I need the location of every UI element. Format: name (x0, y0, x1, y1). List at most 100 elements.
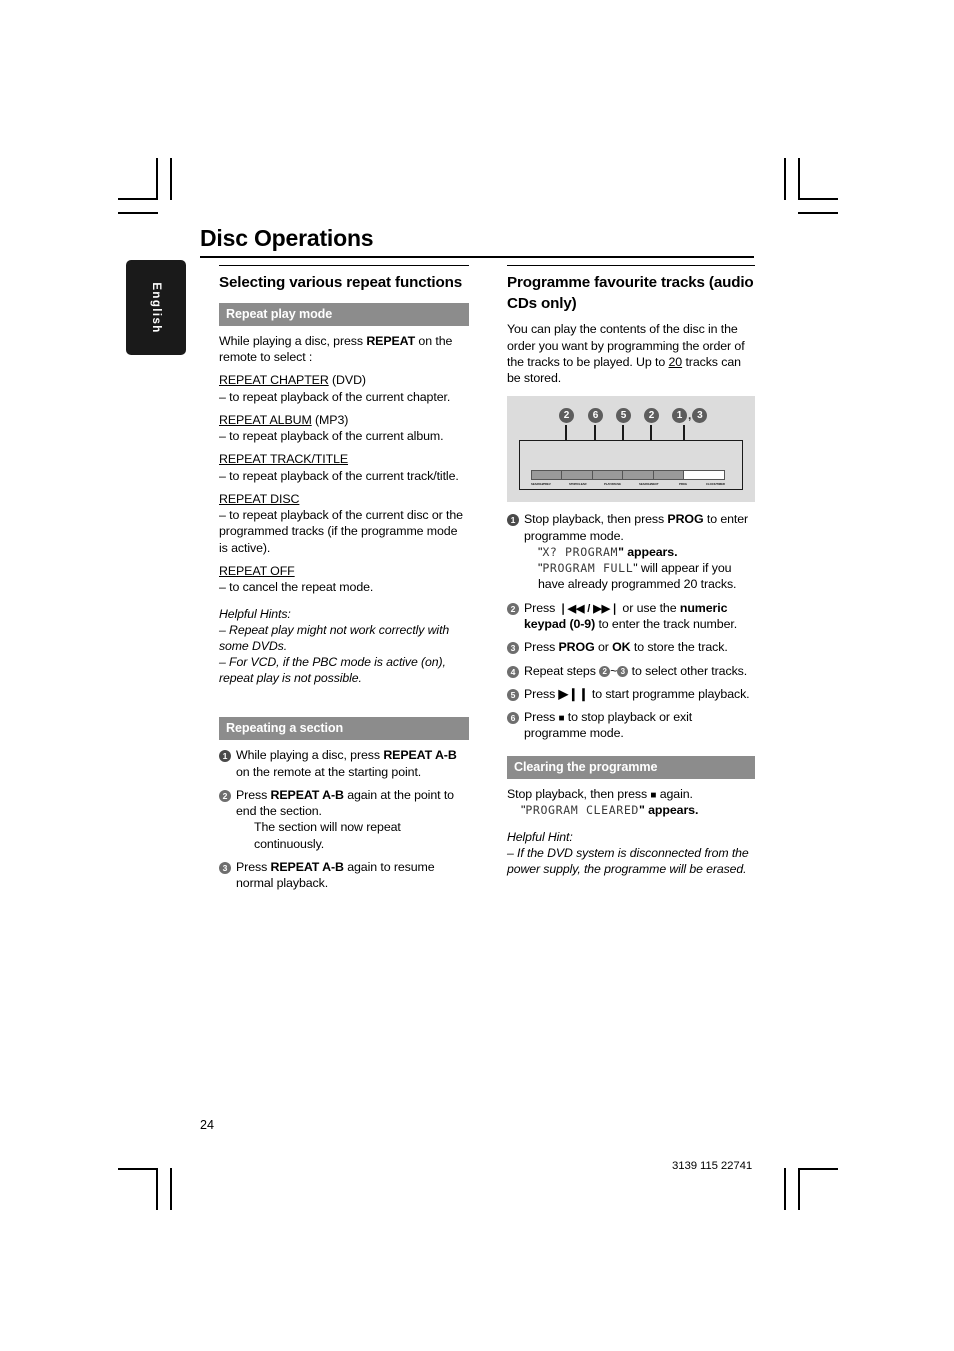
step-text-pre: Press (236, 859, 271, 874)
subsection-header-clearing-programme: Clearing the programme (507, 755, 755, 779)
step-text-bold: REPEAT A-B (270, 787, 344, 802)
callout-badge-2: 6 (588, 408, 603, 424)
step-text-bold: PROG (558, 640, 595, 655)
clearing-instruction: Stop playback, then press ■ again. (507, 786, 755, 802)
left-column: Selecting various repeat functions Repea… (219, 265, 469, 898)
helpful-hint-item-1: – For VCD, if the PBC mode is active (on… (219, 655, 446, 686)
panel-button-search-next[interactable] (623, 471, 654, 480)
crop-mark-bottom-right-v (798, 1168, 800, 1210)
crop-mark-top-left-bleed-v (170, 158, 172, 200)
step-number-badge: 2 (219, 789, 231, 802)
prev-next-symbols-icon: ❘◀◀ / ▶▶❘ (558, 602, 620, 615)
front-panel-button-labels: SEARCH/PREV STOP/CLEAR PLAY/PAUSE SEARCH/NE… (531, 482, 741, 486)
repeat-mode-desc-1: – to repeat playback of the current albu… (219, 429, 444, 444)
callout-badge-1: 2 (559, 408, 574, 424)
crop-mark-bottom-right-h (798, 1168, 838, 1170)
step-text: Press PROG or OK to store the track. (524, 639, 728, 655)
step-item: 4 Repeat steps 2 ~3 to select other track… (507, 663, 755, 679)
right-column: Programme favourite tracks (audio CDs on… (507, 265, 755, 878)
step-item: 5 Press ▶❙❙ to start programme playback. (507, 686, 755, 702)
step-number-badge: 6 (507, 712, 519, 725)
step-text: While playing a disc, press REPEAT A-B o… (236, 747, 469, 780)
page-number: 24 (200, 1118, 215, 1132)
step-number-badge: 1 (507, 514, 519, 527)
crop-mark-top-right-h (798, 198, 838, 200)
step-text-extra: The section will now repeat continuously… (254, 820, 401, 851)
step-item: 3 Press PROG or OK to store the track. (507, 639, 755, 655)
subsection-header-repeat-play-mode: Repeat play mode (219, 302, 469, 326)
callout-badge-3: 5 (616, 408, 631, 424)
crop-mark-top-left-bleed-h (118, 212, 158, 214)
clearing-display-message: "PROGRAM CLEARED" appears. (521, 802, 699, 817)
repeating-section-steps: 1 While playing a disc, press REPEAT A-B… (219, 747, 469, 891)
panel-label-clock-timer: CLOCK/TIMER (706, 482, 725, 487)
step-number-badge: 2 (507, 602, 519, 615)
programme-steps: 1 Stop playback, then press PROG to ente… (507, 511, 755, 741)
step-text-pre: Press (236, 787, 271, 802)
step-text: Press REPEAT A-B again to resume normal … (236, 859, 469, 892)
step-text-bold: PROG (667, 512, 704, 527)
panel-label-stop-clear: STOP/CLEAR (569, 482, 587, 487)
helpful-hint-right: Helpful Hint: – If the DVD system is dis… (507, 830, 755, 878)
callout-badge-pair: 1 , 3 (672, 408, 708, 424)
panel-label-prog: PROG (679, 482, 688, 487)
step-text-pre: Press (524, 600, 559, 615)
lcd-message-cleared-after: " appears. (639, 802, 699, 817)
step-text-post: on the remote at the starting point. (236, 764, 422, 779)
helpful-hint-item-0: – Repeat play might not work correctly w… (219, 623, 450, 654)
document-code: 3139 115 22741 (672, 1160, 753, 1172)
inline-step-ref-end: 3 (617, 665, 629, 677)
step-text-post: to select other tracks. (628, 663, 748, 678)
helpful-hints-left: Helpful Hints: – Repeat play might not w… (219, 607, 469, 687)
display-message-line-1: "X? PROGRAM" appears. (538, 544, 678, 559)
section-heading-repeat-functions: Selecting various repeat functions (219, 274, 463, 292)
page-title: Disc Operations (200, 225, 374, 251)
step-item: 1 While playing a disc, press REPEAT A-B… (219, 747, 469, 780)
step-text-post: to enter the track number. (595, 617, 738, 632)
crop-mark-top-right-bleed-h (798, 212, 838, 214)
display-message-line-2: "PROGRAM FULL" will appear if you have a… (538, 561, 737, 592)
inline-step-ref-start: 2 (599, 665, 611, 677)
repeat-mode-qualifier-1: (MP3) (311, 412, 349, 427)
clearing-text-pre: Stop playback, then press (507, 786, 651, 801)
step-text-pre: Stop playback, then press (524, 512, 668, 527)
step-number-badge: 3 (507, 642, 519, 655)
callout-badge-4: 2 (644, 408, 659, 424)
lcd-message-program-after: " appears. (618, 544, 678, 559)
panel-display-window (684, 471, 725, 480)
clearing-text-post: again. (656, 786, 693, 801)
lcd-message-program-full: PROGRAM FULL (542, 561, 634, 576)
panel-button-search-prev[interactable] (532, 471, 563, 480)
step-text-bold: REPEAT A-B (270, 859, 344, 874)
repeat-play-intro: While playing a disc, press REPEAT on th… (219, 333, 469, 366)
programme-intro: You can play the contents of the disc in… (507, 321, 755, 386)
panel-button-stop-clear[interactable] (562, 471, 593, 480)
step-text: Press REPEAT A-B again at the point to e… (236, 787, 469, 852)
crop-mark-top-right-v (798, 158, 800, 200)
left-column-top-rule (219, 265, 469, 267)
step-text-post: to store the track. (630, 640, 728, 655)
panel-label-search-next: SEARCH/NEXT (639, 482, 659, 487)
step-text-post: to start programme playback. (588, 686, 750, 701)
language-tab: English (126, 260, 186, 355)
step-item: 2 Press ❘◀◀ / ▶▶❘ or use the numeric key… (507, 600, 755, 633)
step-text-mid: or (594, 640, 613, 655)
callout-separator: , (688, 408, 692, 423)
step-number-badge: 4 (507, 665, 519, 678)
crop-mark-top-right-bleed-v (784, 158, 786, 200)
repeat-mode-desc-4: – to cancel the repeat mode. (219, 580, 374, 595)
crop-mark-bottom-right-bleed-v (784, 1168, 786, 1210)
step-number-badge: 1 (219, 750, 231, 763)
panel-button-play-pause[interactable] (593, 471, 624, 480)
repeat-mode-label-0: REPEAT CHAPTER (219, 373, 329, 388)
panel-label-play-pause: PLAY/PAUSE (604, 482, 621, 487)
repeat-mode-qualifier-0: (DVD) (328, 373, 366, 388)
step-text-pre: Press (524, 640, 559, 655)
step-text-mid: or use the (619, 600, 680, 615)
step-number-badge: 3 (219, 861, 231, 874)
device-front-panel-illustration: 2 6 5 2 1 , 3 SEARCH/PREV STOP/CLEAR PLA… (507, 396, 755, 503)
step-text: Press ❘◀◀ / ▶▶❘ or use the numeric keypa… (524, 600, 755, 633)
repeat-intro-bold: REPEAT (366, 333, 416, 348)
step-item: 3 Press REPEAT A-B again to resume norma… (219, 859, 469, 892)
panel-button-prog[interactable] (654, 471, 685, 480)
